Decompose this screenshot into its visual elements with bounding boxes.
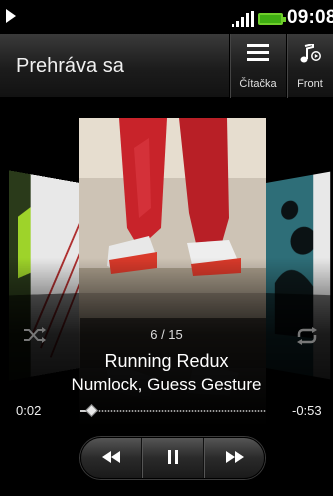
fast-forward-icon [226,450,244,468]
menu-icon [247,44,269,67]
front-button[interactable]: Front [286,34,333,98]
track-position: 6 / 15 [150,327,183,342]
music-note-icon [299,42,321,69]
page-title: Prehráva sa [16,55,124,77]
front-label: Front [297,78,323,90]
remaining-time: -0:53 [292,403,322,418]
pause-icon [167,449,179,469]
signal-icon [232,11,254,32]
next-button[interactable] [204,438,264,478]
library-label: Čítačka [239,78,277,90]
seek-bar[interactable] [80,404,266,417]
pause-button[interactable] [142,438,204,478]
status-time: 09:08 [287,7,333,28]
elapsed-time: 0:02 [16,403,42,418]
track-title: Running Redux [104,351,229,371]
fade-overlay [0,258,333,428]
library-button[interactable]: Čítačka [229,34,286,98]
play-status-icon [6,9,16,28]
header-bar: Prehráva sa Čítačka Front [0,34,333,98]
previous-button[interactable] [81,438,142,478]
playback-controls [80,437,265,479]
battery-icon [258,13,286,25]
status-bar: 09:08 [0,0,333,34]
rewind-icon [102,450,120,468]
track-artist: Numlock, Guess Gesture [71,375,262,394]
